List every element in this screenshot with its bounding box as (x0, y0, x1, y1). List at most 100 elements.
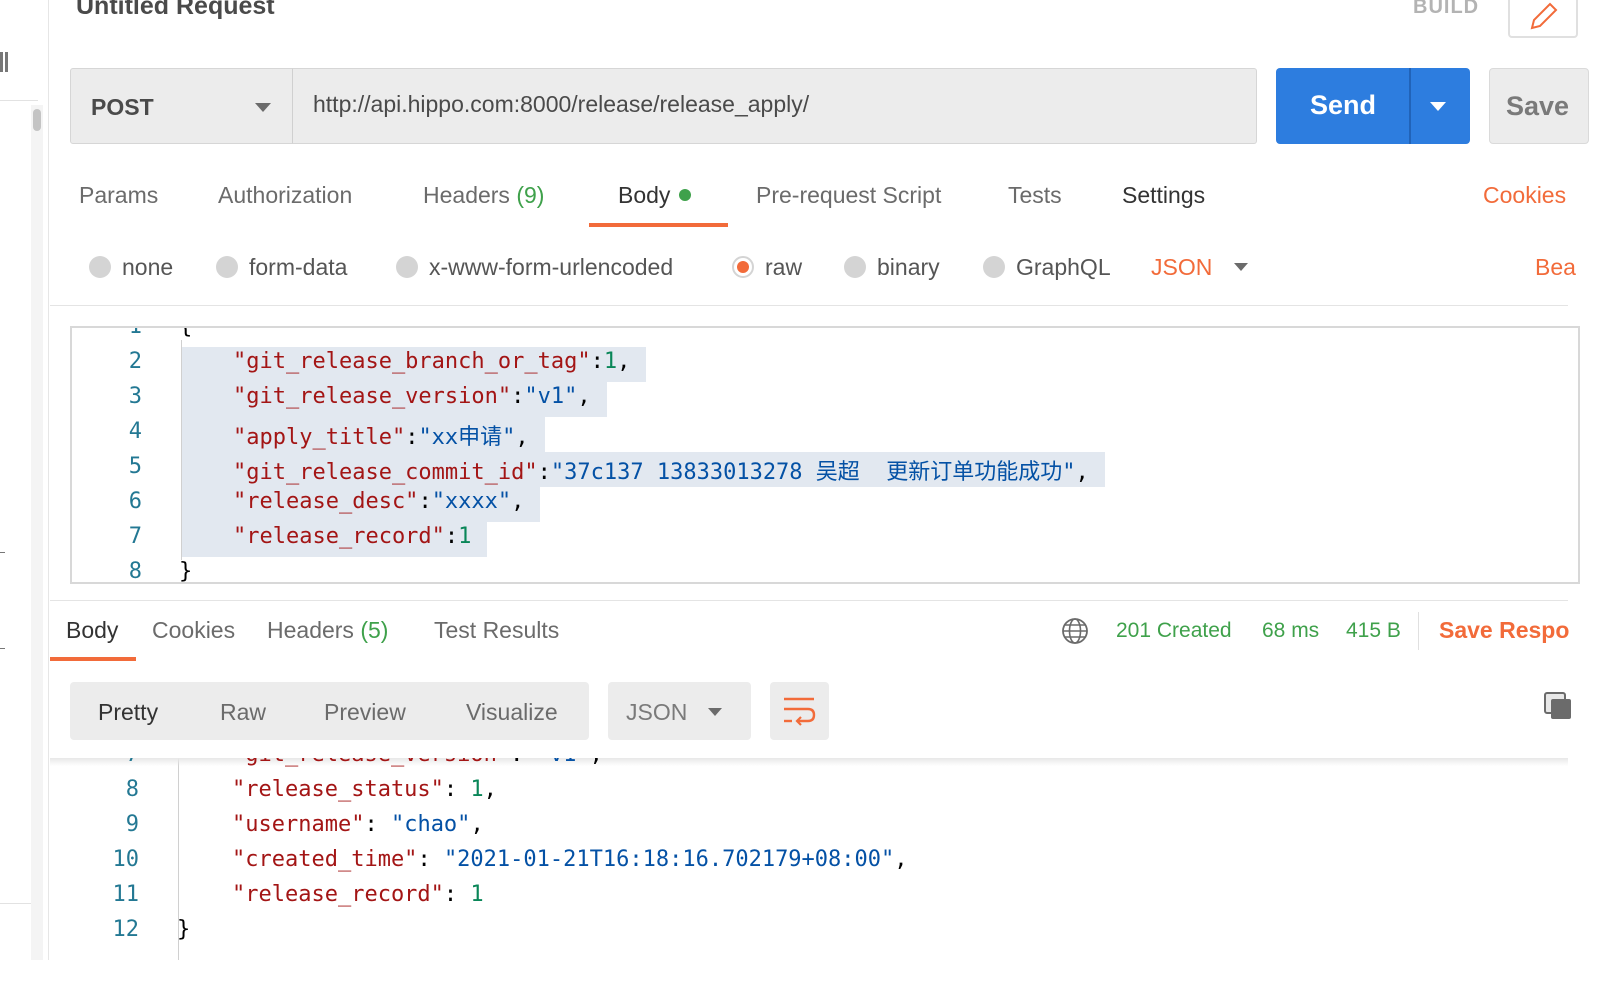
json-comma: , (617, 349, 631, 374)
json-key: "apply_title" (233, 425, 406, 450)
send-button[interactable]: Send (1276, 68, 1470, 144)
build-mode-label[interactable]: BUILD (1413, 0, 1479, 19)
line-number: 8 (125, 777, 139, 802)
line-number: 7 (69, 758, 139, 767)
code-line: "release_record": 1 (232, 882, 484, 907)
body-type-none[interactable]: none (89, 254, 173, 281)
code-line: } (179, 559, 192, 582)
code-line: } (177, 917, 190, 942)
tab-pre-request-script[interactable]: Pre-request Script (756, 182, 941, 209)
json-value: "v1" (537, 758, 590, 767)
tab-label: Body (66, 617, 119, 643)
sidebar-scrollbar[interactable] (31, 105, 43, 960)
response-tab-body[interactable]: Body (66, 617, 118, 644)
tab-authorization[interactable]: Authorization (218, 182, 352, 209)
response-size[interactable]: 415 B (1346, 619, 1401, 643)
code-line: "git_release_version": "v1", (232, 758, 603, 767)
chevron-down-icon[interactable] (1234, 263, 1248, 271)
view-visualize[interactable]: Visualize (466, 699, 558, 726)
response-tab-headers[interactable]: Headers (5) (267, 617, 388, 644)
response-format-select[interactable]: JSON (608, 682, 751, 740)
body-type-graphql[interactable]: GraphQL (983, 254, 1111, 281)
radio-button[interactable] (844, 255, 866, 278)
tab-label: Pre-request Script (756, 182, 942, 208)
view-raw[interactable]: Raw (220, 699, 266, 726)
response-tab-test-results[interactable]: Test Results (434, 617, 559, 644)
status-code[interactable]: 201 Created (1116, 619, 1232, 643)
json-value: "37c137 13833013278 吴超 更新订单功能成功" (550, 460, 1076, 485)
line-number: 12 (112, 917, 140, 942)
chevron-down-icon (708, 708, 722, 716)
radio-button-selected[interactable] (732, 255, 754, 278)
save-response-button[interactable]: Save Respo (1439, 617, 1569, 644)
tab-tests[interactable]: Tests (1008, 182, 1062, 209)
raw-format-select[interactable]: JSON (1151, 254, 1212, 281)
save-button[interactable]: Save (1489, 68, 1589, 144)
view-pretty[interactable]: Pretty (98, 699, 158, 726)
line-number: 6 (128, 489, 142, 514)
tab-label: Settings (1122, 182, 1206, 208)
radio-button[interactable] (216, 255, 238, 278)
tab-body[interactable]: Body (618, 182, 692, 209)
json-comma: , (577, 384, 591, 409)
headers-count: (9) (516, 182, 545, 208)
code-line: { (179, 328, 192, 339)
copy-icon[interactable] (1544, 692, 1574, 722)
radio-button[interactable] (396, 255, 418, 278)
line-number: 11 (112, 882, 140, 907)
tab-settings[interactable]: Settings (1122, 182, 1205, 209)
json-colon: : (364, 812, 391, 837)
response-tab-cookies[interactable]: Cookies (152, 617, 235, 644)
tab-params[interactable]: Params (79, 182, 158, 209)
code-line: "username": "chao", (232, 812, 484, 837)
json-key: "created_time" (232, 847, 418, 872)
sidebar-strip (0, 0, 49, 960)
body-type-binary[interactable]: binary (844, 254, 940, 281)
indent-guide (181, 340, 182, 560)
edit-button[interactable] (1508, 0, 1578, 38)
radio-button[interactable] (983, 255, 1005, 278)
wrap-lines-button[interactable] (770, 682, 829, 740)
body-type-urlencoded[interactable]: x-www-form-urlencoded (396, 254, 673, 281)
json-colon: : (443, 882, 471, 907)
wrap-icon (784, 697, 816, 726)
json-value: "chao" (390, 812, 471, 837)
method-select[interactable]: POST (70, 68, 293, 144)
view-mode-group: Pretty Raw Preview Visualize (70, 682, 589, 740)
request-title[interactable]: Untitled Request (76, 0, 275, 21)
url-input[interactable]: http://api.hippo.com:8000/release/releas… (292, 68, 1257, 144)
radio-label: raw (765, 254, 803, 280)
pause-icon[interactable] (0, 52, 8, 72)
globe-icon[interactable] (1061, 617, 1089, 645)
json-value: "xxxx" (431, 489, 512, 514)
radio-button[interactable] (89, 255, 111, 278)
line-number: 2 (128, 349, 142, 374)
body-type-form-data[interactable]: form-data (216, 254, 347, 281)
tab-headers[interactable]: Headers (9) (423, 182, 544, 209)
code-line: "release_desc":"xxxx", (233, 489, 524, 514)
json-comma: , (483, 777, 497, 802)
response-time[interactable]: 68 ms (1262, 619, 1319, 643)
beautify-link[interactable]: Bea (1535, 254, 1576, 281)
json-comma: , (511, 489, 525, 514)
line-number: 1 (128, 326, 142, 339)
chevron-down-icon (255, 103, 271, 112)
code-line: "release_status": 1, (232, 777, 497, 802)
json-colon: : (405, 425, 419, 450)
json-key: "release_record" (233, 524, 445, 549)
cookies-link[interactable]: Cookies (1483, 182, 1566, 209)
json-value: "xx申请" (418, 425, 516, 450)
save-label: Save (1506, 91, 1570, 121)
active-tab-indicator (50, 657, 136, 661)
json-value: 1 (470, 777, 484, 802)
response-body-viewer[interactable]: 7 "git_release_version": "v1", 8 "release_s… (50, 758, 1568, 960)
scrollbar-thumb[interactable] (33, 109, 41, 131)
json-colon: : (537, 460, 551, 485)
view-preview[interactable]: Preview (324, 699, 406, 726)
request-body-editor[interactable]: 1{2 "git_release_branch_or_tag":1, 3 "git_r… (70, 326, 1580, 584)
send-options-chevron-icon[interactable] (1430, 102, 1446, 111)
radio-label: x-www-form-urlencoded (429, 254, 674, 280)
format-label: JSON (626, 699, 688, 725)
body-type-raw[interactable]: raw (732, 254, 802, 281)
json-colon: : (511, 384, 525, 409)
